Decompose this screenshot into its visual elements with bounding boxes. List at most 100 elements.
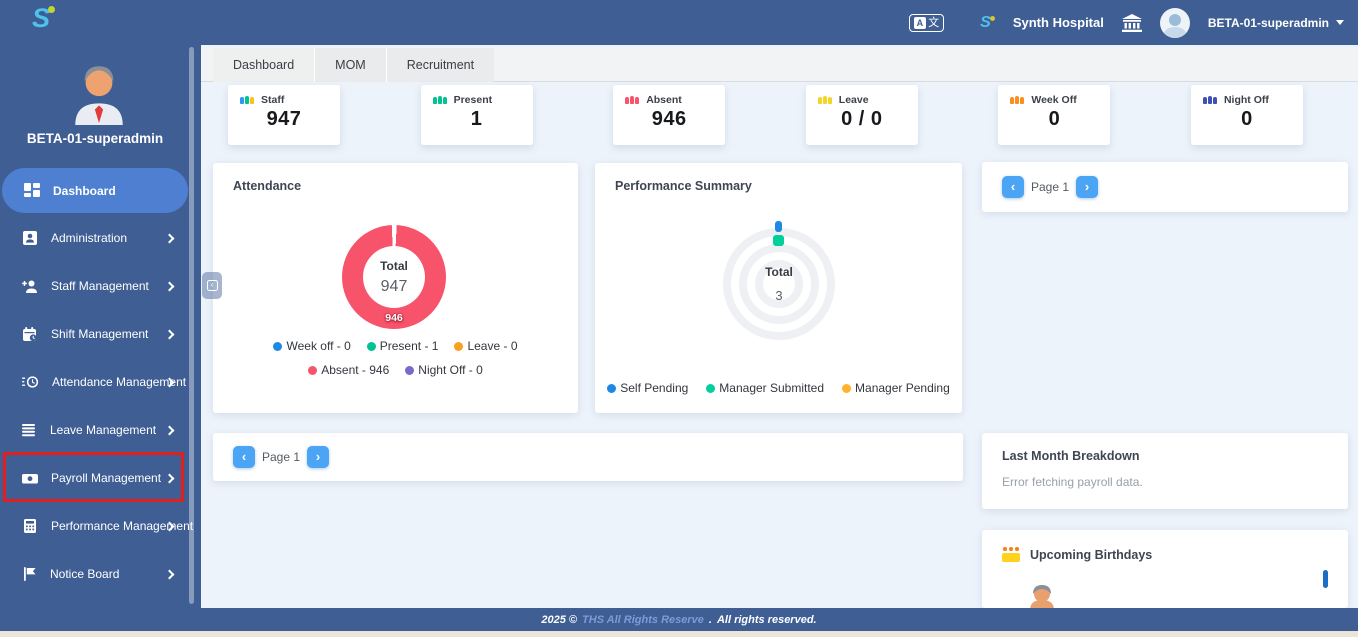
user-menu[interactable]: BETA-01-superadmin — [1208, 16, 1344, 30]
legend-dot-icon — [367, 342, 376, 351]
hospital-brand-logo: S — [980, 14, 995, 32]
sidebar-item-staff-management[interactable]: Staff Management — [0, 262, 201, 310]
translate-wen-glyph: 文 — [928, 17, 939, 29]
sidebar-item-shift-management[interactable]: Shift Management — [0, 310, 201, 358]
donut-center-value: 947 — [381, 278, 408, 296]
people-icon — [625, 96, 639, 104]
birthdays-scrollbar[interactable] — [1323, 570, 1328, 588]
sidebar-item-label: Shift Management — [51, 327, 148, 341]
sidebar-item-payroll-management[interactable]: Payroll Management — [0, 454, 201, 502]
translate-icon[interactable]: A 文 — [909, 14, 945, 32]
hrms-dashboard-page: S A 文 S Synth Hospital BETA-01-superadmi… — [0, 0, 1358, 637]
tab-dashboard[interactable]: Dashboard — [213, 48, 314, 82]
stat-label: Week Off — [1031, 94, 1076, 106]
legend-dot-icon — [607, 384, 616, 393]
chevron-down-icon — [1336, 20, 1344, 25]
bottom-strip — [0, 631, 1358, 637]
page-prev-button[interactable]: ‹ — [233, 446, 255, 468]
legend-dot-icon — [706, 384, 715, 393]
last-month-title: Last Month Breakdown — [1002, 449, 1140, 463]
attendance-legend-row2: Absent - 946 Night Off - 0 — [213, 363, 578, 377]
legend-item[interactable]: Self Pending — [607, 381, 688, 395]
last-month-breakdown-card: Last Month Breakdown Error fetching payr… — [982, 433, 1348, 509]
legend-item[interactable]: Manager Submitted — [706, 381, 824, 395]
page-prev-button[interactable]: ‹ — [1002, 176, 1024, 198]
stat-value: 947 — [228, 108, 340, 131]
top-navbar: S A 文 S Synth Hospital BETA-01-superadmi… — [0, 0, 1358, 45]
legend-item[interactable]: Present - 1 — [367, 339, 439, 353]
performance-summary-card: Performance Summary Total 3 Self Pending… — [595, 163, 962, 413]
stat-label: Present — [454, 94, 493, 106]
brand-logo-dot-icon — [48, 6, 55, 13]
tab-mom[interactable]: MOM — [314, 48, 386, 82]
attendance-legend-row1: Week off - 0 Present - 1 Leave - 0 — [213, 339, 578, 353]
legend-item[interactable]: Manager Pending — [842, 381, 950, 395]
bank-icon[interactable] — [1122, 14, 1142, 32]
tab-bar: Dashboard MOM Recruitment — [201, 48, 1358, 82]
rings-center-value: 3 — [775, 288, 782, 303]
sidebar-collapse-toggle[interactable]: ‹ — [202, 272, 222, 299]
pager: ‹ Page 1 › — [233, 446, 329, 468]
stat-value: 0 — [1191, 108, 1303, 131]
stat-label: Night Off — [1224, 94, 1269, 106]
stat-card-night-off: Night Off 0 — [1191, 85, 1303, 145]
translate-a-glyph: A — [914, 17, 927, 29]
hospital-name: Synth Hospital — [1013, 15, 1104, 30]
legend-dot-icon — [454, 342, 463, 351]
attendance-donut-chart: Total 947 946 — [342, 225, 446, 329]
chevron-right-icon — [165, 233, 175, 243]
sidebar-item-performance-management[interactable]: Performance Management — [0, 502, 201, 550]
legend-item[interactable]: Week off - 0 — [273, 339, 350, 353]
performance-legend-row: Self Pending Manager Submitted Manager P… — [595, 381, 962, 395]
donut-center-label: Total — [380, 259, 408, 273]
footer-separator: . — [709, 614, 712, 626]
stat-label: Staff — [261, 94, 284, 106]
tab-recruitment[interactable]: Recruitment — [386, 48, 494, 82]
chevron-right-icon — [165, 281, 175, 291]
list-lines-icon — [22, 423, 37, 437]
people-icon — [433, 96, 447, 104]
stat-label: Leave — [839, 94, 869, 106]
id-card-icon — [22, 230, 38, 246]
legend-item[interactable]: Absent - 946 — [308, 363, 389, 377]
stat-card-week-off: Week Off 0 — [998, 85, 1110, 145]
birthday-cake-icon — [1002, 547, 1020, 562]
people-icon — [1010, 96, 1024, 104]
right-pager-card: ‹ Page 1 › — [982, 162, 1348, 212]
legend-item[interactable]: Night Off - 0 — [405, 363, 482, 377]
sidebar-item-label: Payroll Management — [51, 471, 161, 485]
dashboard-grid-icon — [24, 183, 40, 198]
donut-slice-label: 946 — [342, 312, 446, 324]
sidebar-item-notice-board[interactable]: Notice Board — [0, 550, 201, 598]
chevron-right-icon — [165, 425, 175, 435]
people-icon — [818, 96, 832, 104]
legend-dot-icon — [842, 384, 851, 393]
sidebar-item-leave-management[interactable]: Leave Management — [0, 406, 201, 454]
legend-dot-icon — [405, 366, 414, 375]
user-plus-icon — [22, 279, 38, 294]
page-next-button[interactable]: › — [307, 446, 329, 468]
people-icon — [240, 96, 254, 104]
stat-value: 1 — [421, 108, 533, 131]
sidebar-user-avatar — [68, 59, 130, 125]
sidebar-item-attendance-management[interactable]: Attendance Management — [0, 358, 201, 406]
attendance-card: Attendance Total 947 946 Week off - 0 Pr… — [213, 163, 578, 413]
flag-icon — [22, 566, 37, 582]
footer: 2025 © THS All Rights Reserve . All righ… — [0, 608, 1358, 631]
legend-dot-icon — [308, 366, 317, 375]
sidebar: BETA-01-superadmin Dashboard Administrat… — [0, 45, 201, 608]
stat-label: Absent — [646, 94, 682, 106]
chevron-right-icon — [165, 329, 175, 339]
sidebar-item-label: Dashboard — [53, 184, 116, 198]
payroll-error-message: Error fetching payroll data. — [1002, 475, 1143, 489]
user-avatar[interactable] — [1160, 8, 1190, 38]
chevron-right-icon — [165, 569, 175, 579]
sidebar-item-administration[interactable]: Administration — [0, 214, 201, 262]
page-next-button[interactable]: › — [1076, 176, 1098, 198]
legend-item[interactable]: Leave - 0 — [454, 339, 517, 353]
brand-logo: S — [32, 3, 55, 34]
sidebar-user-name: BETA-01-superadmin — [0, 131, 190, 146]
sidebar-item-dashboard[interactable]: Dashboard — [2, 168, 188, 213]
footer-link[interactable]: THS All Rights Reserve — [582, 614, 704, 626]
stat-card-leave: Leave 0 / 0 — [806, 85, 918, 145]
